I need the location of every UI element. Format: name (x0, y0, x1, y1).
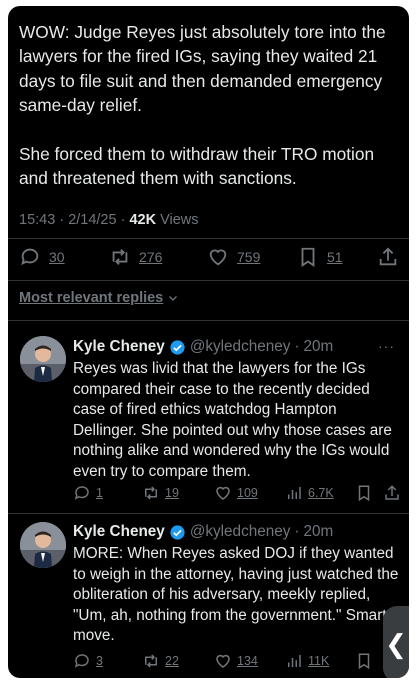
post-text: WOW: Judge Reyes just absolutely tore in… (19, 22, 386, 189)
share-icon (379, 247, 397, 266)
post-meta: 15:43 · 2/14/25 · 42K Views (19, 212, 199, 228)
more-icon[interactable]: ··· (378, 338, 395, 354)
author-name[interactable]: Kyle Cheney (73, 338, 165, 356)
reply-actions: 3 22 134 11K (73, 652, 397, 672)
bookmark-icon (301, 247, 315, 267)
like-icon (216, 654, 230, 668)
like-count: 759 (237, 249, 261, 265)
author-handle[interactable]: @kyledcheney (190, 338, 291, 356)
bookmark-button[interactable]: 51 (297, 246, 343, 268)
post-actions: 30 276 759 51 (19, 246, 397, 274)
views-icon (288, 487, 301, 499)
repost-button[interactable]: 19 (142, 484, 179, 502)
views-icon (288, 655, 301, 667)
reply-icon (21, 248, 39, 266)
author-handle[interactable]: @kyledcheney (190, 523, 291, 541)
share-button[interactable] (383, 484, 401, 502)
reply-button[interactable]: 30 (19, 246, 65, 268)
repost-button[interactable]: 276 (109, 246, 162, 268)
bookmark-icon (358, 653, 370, 670)
views-label: Views (160, 212, 199, 228)
divider (8, 513, 409, 514)
repost-count: 19 (165, 486, 179, 500)
post-date[interactable]: 2/14/25 (68, 212, 116, 228)
views-button[interactable]: 11K (285, 652, 329, 670)
divider (8, 320, 409, 321)
views-count: 11K (308, 654, 330, 668)
repost-count: 276 (139, 249, 163, 265)
reply-actions: 1 19 109 6.7K (73, 484, 399, 504)
reply-button[interactable]: 3 (73, 652, 103, 670)
repost-icon (112, 249, 128, 265)
bookmark-button[interactable] (355, 484, 373, 502)
reply-header: Kyle Cheney @kyledcheney · 20m (73, 338, 334, 356)
divider (8, 238, 409, 239)
post-time[interactable]: 15:43 (19, 212, 55, 228)
bookmark-button[interactable] (355, 652, 373, 670)
reply-text: MORE: When Reyes asked DOJ if they wante… (73, 545, 399, 645)
reply-time[interactable]: 20m (304, 523, 334, 541)
repost-icon (145, 654, 157, 668)
like-icon (216, 486, 230, 500)
verified-badge-icon (170, 339, 185, 355)
reply-count: 30 (49, 249, 65, 265)
like-count: 134 (237, 654, 258, 668)
repost-button[interactable]: 22 (142, 652, 179, 670)
reply-count: 3 (96, 654, 103, 668)
verified-badge-icon (170, 524, 185, 540)
like-count: 109 (237, 486, 258, 500)
repost-icon (145, 486, 157, 500)
reply-time[interactable]: 20m (304, 338, 334, 356)
chevron-left-icon: ❮ (385, 628, 407, 659)
reply-count: 1 (96, 486, 103, 500)
views-count: 42K (129, 212, 157, 228)
avatar[interactable] (20, 336, 66, 382)
reply-text: Reyes was livid that the lawyers for the… (73, 360, 392, 480)
reply-icon (74, 654, 89, 668)
repost-count: 22 (165, 654, 179, 668)
author-name[interactable]: Kyle Cheney (73, 523, 165, 541)
reply-header: Kyle Cheney @kyledcheney · 20m (73, 523, 334, 541)
avatar[interactable] (20, 522, 66, 568)
replies-filter-label: Most relevant replies (19, 290, 164, 306)
chevron-down-icon (169, 296, 178, 301)
replies-sort-dropdown[interactable]: Most relevant replies (19, 290, 179, 306)
like-button[interactable]: 759 (207, 246, 260, 268)
like-button[interactable]: 109 (214, 484, 258, 502)
views-button[interactable]: 6.7K (285, 484, 334, 502)
divider (8, 280, 409, 281)
views-count: 6.7K (308, 486, 334, 500)
share-icon (385, 485, 399, 500)
bookmark-icon (358, 485, 370, 502)
tweet-thread-view: WOW: Judge Reyes just absolutely tore in… (8, 6, 409, 678)
reply-button[interactable]: 1 (73, 484, 103, 502)
like-icon (209, 249, 227, 266)
share-button[interactable] (377, 246, 399, 268)
bookmark-count: 51 (327, 249, 343, 265)
like-button[interactable]: 134 (214, 652, 258, 670)
side-panel-handle[interactable]: ❮ (383, 606, 409, 678)
reply-icon (74, 486, 89, 500)
